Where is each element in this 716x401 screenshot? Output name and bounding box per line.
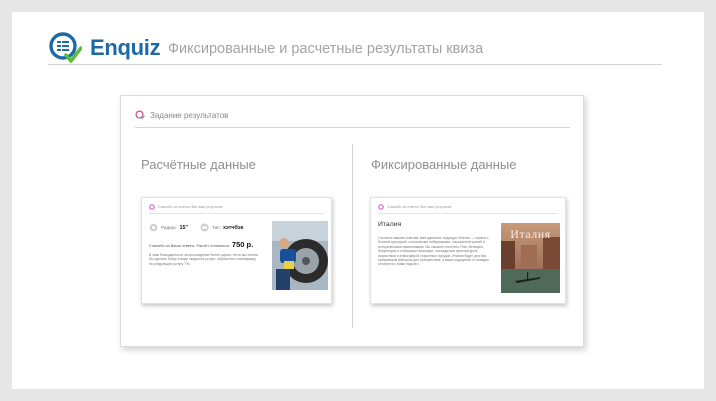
cost-line: Спасибо за Ваши ответы. Расчёт стоимости… bbox=[149, 240, 253, 249]
calc-result-card[interactable]: Спасибо за ответы! Вот ваш результат: Ра… bbox=[141, 197, 332, 304]
result-title: Италия bbox=[378, 221, 402, 228]
card-header-text: Спасибо за ответы! Вот ваш результат: bbox=[387, 205, 453, 209]
panel-heading: Задание результатов bbox=[150, 110, 229, 120]
bonus-note: В знак благодарности за прохождение боле… bbox=[149, 253, 259, 266]
calc-column-title: Расчётные данные bbox=[141, 157, 256, 172]
column-divider bbox=[352, 144, 353, 328]
quiz-mini-logo-icon bbox=[135, 110, 145, 120]
cost-value: 750 р. bbox=[231, 240, 254, 249]
header-divider bbox=[48, 64, 662, 65]
enquiz-logo-icon bbox=[48, 31, 83, 65]
type-spec: Тип: хэтчбэк bbox=[200, 223, 243, 232]
type-value: хэтчбэк bbox=[222, 224, 244, 231]
card-header: Спасибо за ответы! Вот ваш результат: bbox=[378, 204, 452, 210]
fixed-result-card[interactable]: Спасибо за ответы! Вот ваш результат: Ит… bbox=[370, 197, 566, 304]
slide: Enquiz Фиксированные и расчетные результ… bbox=[12, 12, 704, 389]
result-description: Согласно вашим ответам, вам идеально под… bbox=[378, 236, 489, 267]
panel-divider bbox=[135, 127, 570, 128]
panel-header: Задание результатов bbox=[135, 110, 228, 120]
card-divider bbox=[149, 213, 324, 214]
quiz-mini-logo-icon bbox=[149, 204, 155, 210]
radius-spec: Радиус: 15" bbox=[149, 223, 188, 232]
radius-label: Радиус: bbox=[161, 225, 178, 230]
results-panel: Задание результатов Расчётные данные Фик… bbox=[120, 95, 584, 347]
wheel-icon bbox=[149, 223, 158, 232]
brand-name: Enquiz bbox=[90, 35, 161, 60]
tire-service-photo bbox=[272, 221, 328, 290]
car-icon bbox=[200, 223, 209, 232]
brand: Enquiz bbox=[48, 28, 161, 68]
page-title: Фиксированные и расчетные результаты кви… bbox=[168, 41, 484, 57]
photo-caption: Италия bbox=[510, 227, 551, 241]
venice-canal-photo: Италия bbox=[501, 223, 560, 293]
card-header-text: Спасибо за ответы! Вот ваш результат: bbox=[158, 205, 224, 209]
radius-value: 15" bbox=[179, 224, 189, 231]
card-divider bbox=[378, 213, 558, 214]
cost-label: Спасибо за Ваши ответы. Расчёт стоимости… bbox=[149, 243, 230, 248]
quiz-mini-logo-icon bbox=[378, 204, 384, 210]
fixed-column-title: Фиксированные данные bbox=[371, 157, 517, 172]
type-label: Тип: bbox=[212, 225, 221, 230]
card-header: Спасибо за ответы! Вот ваш результат: bbox=[149, 204, 223, 210]
